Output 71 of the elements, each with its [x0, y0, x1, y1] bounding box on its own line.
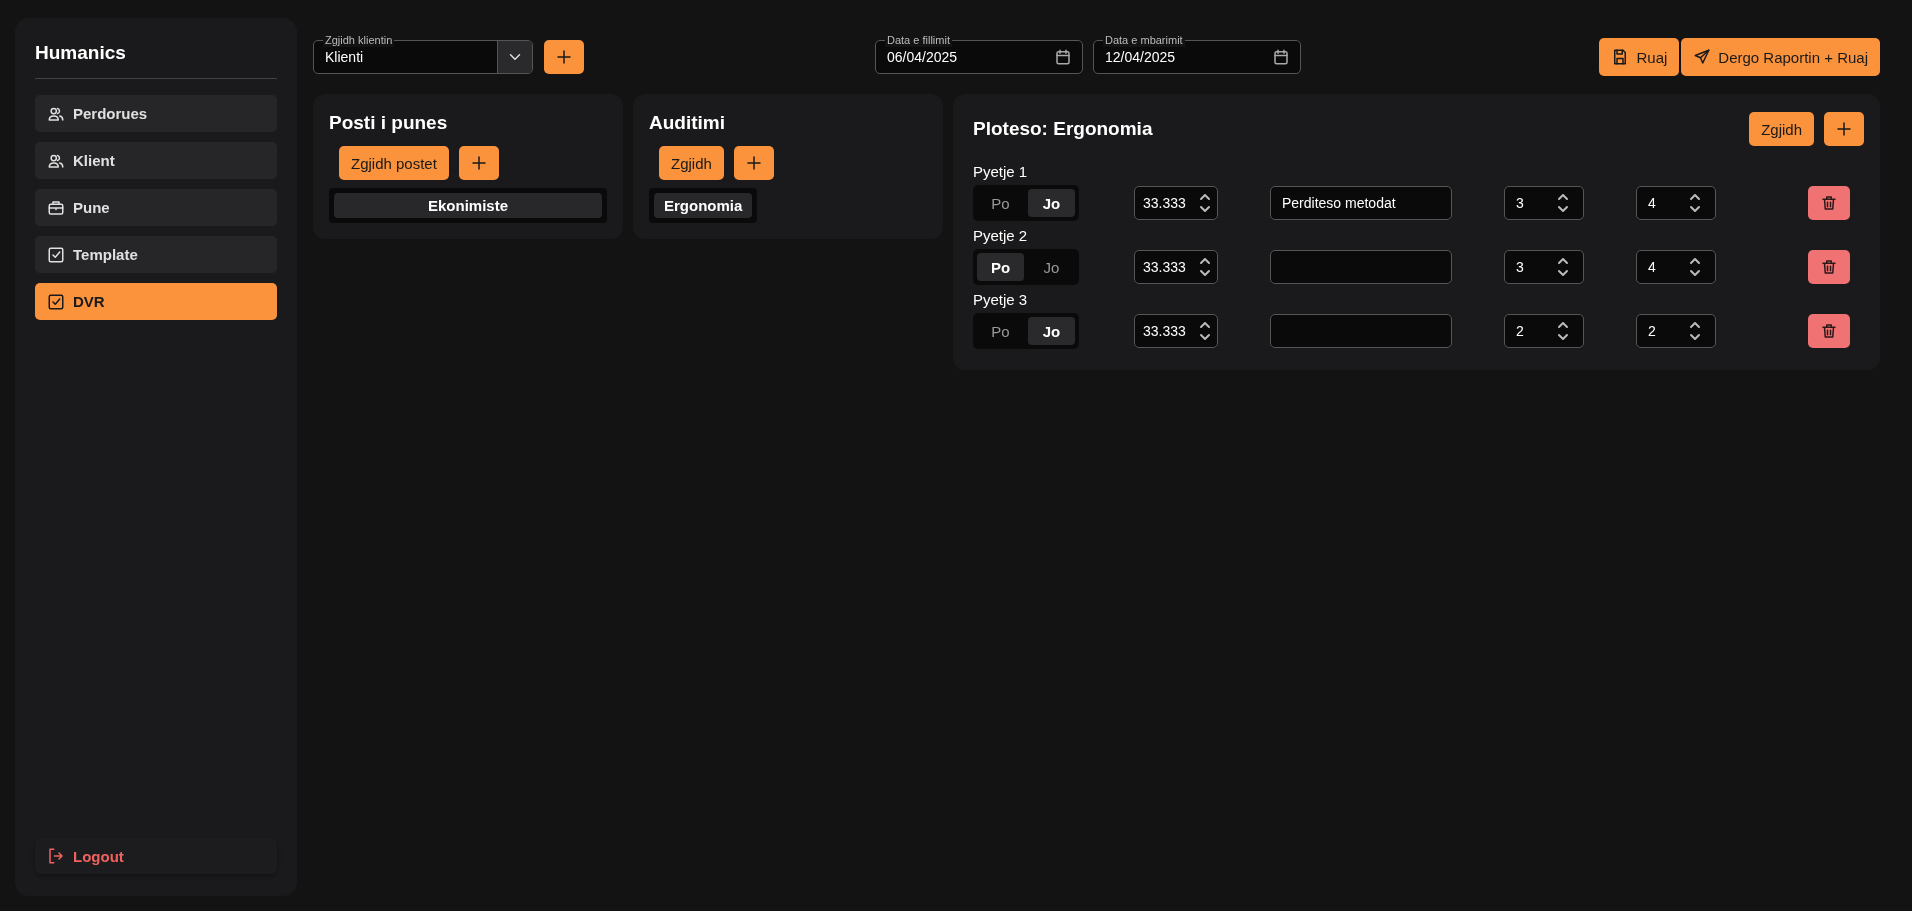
question-label: Pyetje 1	[973, 162, 1029, 182]
number-field[interactable]: 3	[1504, 250, 1584, 284]
field-label: Data e mbarimit	[1103, 33, 1185, 47]
app-title: Humanics	[35, 42, 277, 79]
plus-icon	[1835, 120, 1853, 138]
number-field[interactable]: 33.333	[1134, 186, 1218, 220]
question-label: Pyetje 2	[973, 226, 1029, 246]
calendar-icon	[1054, 48, 1072, 66]
spinner-icon	[1199, 320, 1211, 342]
add-button[interactable]	[458, 146, 499, 180]
sidebar-item[interactable]: DVR	[35, 283, 277, 320]
plus-icon	[744, 154, 763, 172]
add-button[interactable]	[733, 146, 774, 180]
field-label: Zgjidh klientin	[323, 33, 395, 47]
add-button[interactable]	[544, 40, 584, 74]
spinner-icon	[1557, 320, 1569, 342]
add-button[interactable]	[1824, 112, 1864, 146]
toggle-option[interactable]: Po	[977, 189, 1024, 217]
number-field[interactable]: 2	[1504, 314, 1584, 348]
send-report-button[interactable]: Dergo Raportin + Ruaj	[1681, 38, 1880, 76]
briefcase-icon	[47, 198, 65, 217]
delete-button[interactable]	[1808, 186, 1850, 220]
checkbox-icon	[47, 292, 65, 311]
delete-button[interactable]	[1808, 314, 1850, 348]
checkbox-icon	[47, 245, 65, 264]
calendar-icon	[1272, 48, 1290, 66]
number-field[interactable]: 33.333	[1134, 250, 1218, 284]
select-button[interactable]: Zgjidh postet	[339, 146, 449, 180]
card-title: Posti i punes	[329, 112, 449, 134]
spinner-icon	[1689, 192, 1701, 214]
spinner-icon	[1689, 320, 1701, 342]
tag: Ekonimiste	[334, 193, 602, 218]
send-icon	[1693, 48, 1712, 66]
logout-icon	[47, 847, 65, 865]
number-field[interactable]: 4	[1636, 186, 1716, 220]
sidebar-item[interactable]: Template	[35, 236, 277, 273]
toggle-option[interactable]: Po	[977, 317, 1024, 345]
question-label: Pyetje 3	[973, 290, 1029, 310]
toggle-option[interactable]: Jo	[1028, 317, 1075, 345]
toggle-option[interactable]: Po	[977, 253, 1024, 281]
spinner-icon	[1557, 192, 1569, 214]
text-field[interactable]	[1270, 314, 1452, 348]
plus-icon	[555, 48, 573, 66]
spinner-icon	[1199, 256, 1211, 278]
trash-icon	[1820, 258, 1838, 276]
sidebar-item[interactable]: Klient	[35, 142, 277, 179]
number-field[interactable]: 33.333	[1134, 314, 1218, 348]
number-field[interactable]: 2	[1636, 314, 1716, 348]
toggle-option[interactable]: Jo	[1028, 189, 1075, 217]
logout-button[interactable]: Logout	[35, 838, 277, 874]
spinner-icon	[1199, 192, 1211, 214]
sidebar-item[interactable]: Perdorues	[35, 95, 277, 132]
tag: Ergonomia	[654, 193, 753, 218]
trash-icon	[1820, 322, 1838, 340]
plus-icon	[469, 154, 488, 172]
field-label: Data e fillimit	[885, 33, 952, 47]
number-field[interactable]: 3	[1504, 186, 1584, 220]
spinner-icon	[1557, 256, 1569, 278]
toggle-option[interactable]: Jo	[1028, 253, 1075, 281]
select-button[interactable]: Zgjidh	[659, 146, 724, 180]
text-field[interactable]	[1270, 250, 1452, 284]
delete-button[interactable]	[1808, 250, 1850, 284]
number-field[interactable]: 4	[1636, 250, 1716, 284]
save-button[interactable]: Ruaj	[1599, 38, 1680, 76]
spinner-icon	[1689, 256, 1701, 278]
text-field[interactable]: Perditeso metodat	[1270, 186, 1452, 220]
panel-title: Ploteso: Ergonomia	[973, 118, 1154, 140]
card-title: Auditimi	[649, 112, 726, 134]
trash-icon	[1820, 194, 1838, 212]
select-button[interactable]: Zgjidh	[1749, 112, 1814, 146]
sidebar-item[interactable]: Pune	[35, 189, 277, 226]
